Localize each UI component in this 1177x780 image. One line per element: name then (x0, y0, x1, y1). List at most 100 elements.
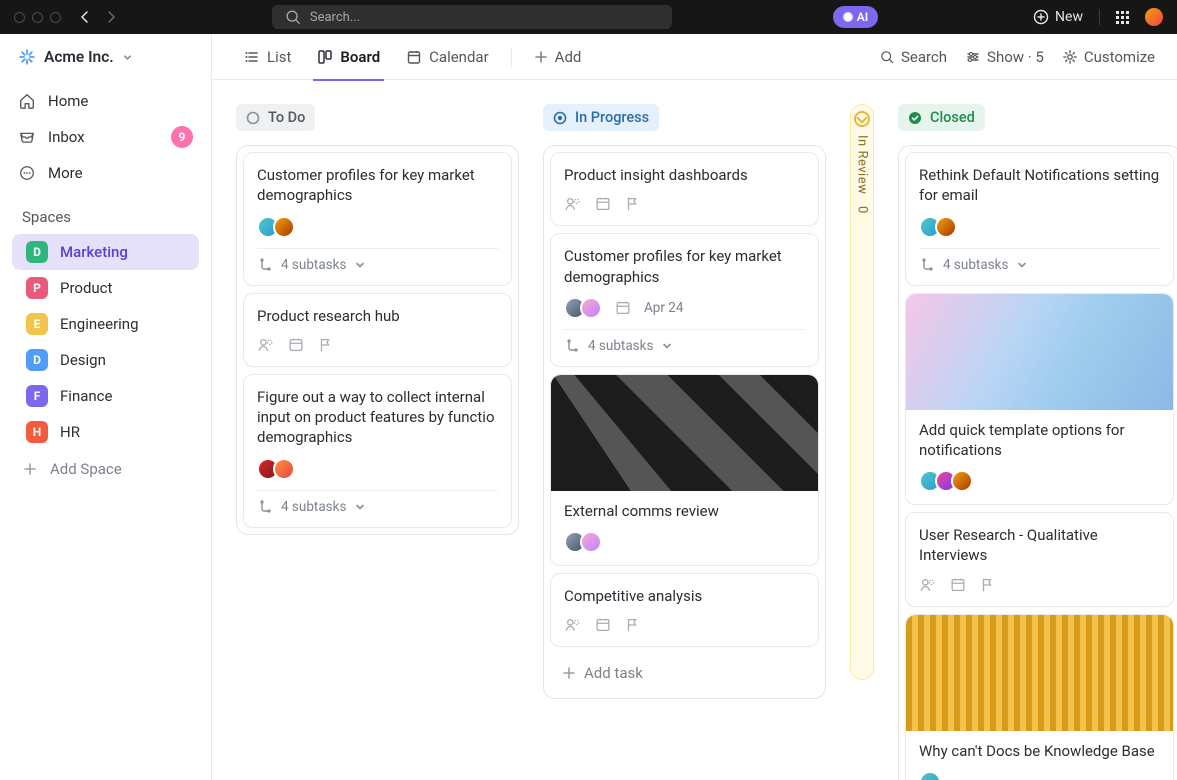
space-item-marketing[interactable]: DMarketing (12, 234, 199, 270)
chevron-down-icon[interactable] (354, 259, 366, 271)
history-nav (79, 11, 117, 23)
subtasks-icon (257, 257, 273, 273)
task-card[interactable]: Customer profiles for key market demogra… (550, 233, 819, 367)
task-card[interactable]: Competitive analysis (550, 573, 819, 647)
avatar (935, 216, 957, 238)
avatar (273, 216, 295, 238)
space-color-icon: F (26, 385, 48, 407)
view-tab-board[interactable]: Board (307, 34, 390, 80)
search-icon (879, 49, 895, 65)
board-icon (317, 49, 333, 65)
sidebar-item-more[interactable]: More (0, 156, 211, 190)
task-card[interactable]: Rethink Default Notifications setting fo… (905, 152, 1174, 286)
space-item-design[interactable]: DDesign (12, 342, 199, 378)
task-card[interactable]: Figure out a way to collect internal inp… (243, 374, 512, 528)
flag-icon[interactable] (624, 616, 642, 634)
new-button[interactable]: New (1033, 9, 1083, 25)
titlebar: Search... AI New (0, 0, 1177, 34)
subtasks-toggle[interactable]: 4 subtasks (564, 329, 805, 354)
space-item-hr[interactable]: HHR (12, 414, 199, 450)
card-title: Competitive analysis (564, 586, 805, 606)
task-card[interactable]: Customer profiles for key market demogra… (243, 152, 512, 286)
spaces-heading: Spaces (0, 190, 211, 234)
column-in-progress: In Progress Product insight dashboardsCu… (543, 104, 826, 699)
space-item-product[interactable]: PProduct (12, 270, 199, 306)
show-filter-button[interactable]: Show · 5 (965, 48, 1044, 66)
flag-icon[interactable] (317, 336, 335, 354)
card-title: Add quick template options for notificat… (919, 420, 1160, 461)
close-window-dot[interactable] (14, 12, 25, 23)
assignee-avatars[interactable] (564, 531, 602, 553)
assignee-avatars[interactable] (257, 458, 295, 480)
back-icon[interactable] (79, 11, 91, 23)
maximize-window-dot[interactable] (50, 12, 61, 23)
task-card[interactable]: Why can't Docs be Knowledge Base (905, 614, 1174, 780)
sidebar-item-label: More (48, 164, 83, 182)
space-label: Finance (60, 387, 112, 405)
column-header-closed[interactable]: Closed (898, 104, 985, 131)
forward-icon[interactable] (105, 11, 117, 23)
add-space-button[interactable]: Add Space (0, 450, 211, 488)
apps-icon[interactable] (1116, 11, 1129, 24)
flag-icon[interactable] (624, 195, 642, 213)
task-card[interactable]: User Research - Qualitative Interviews (905, 512, 1174, 607)
flag-icon[interactable] (979, 576, 997, 594)
subtasks-toggle[interactable]: 4 subtasks (919, 248, 1160, 273)
workspace-switcher[interactable]: Acme Inc. (0, 48, 211, 84)
divider (1099, 9, 1100, 25)
chevron-down-icon[interactable] (661, 340, 673, 352)
view-tab-calendar[interactable]: Calendar (396, 34, 499, 80)
chevron-down-icon[interactable] (1016, 259, 1028, 271)
avatar (580, 297, 602, 319)
assignee-avatars[interactable] (257, 216, 295, 238)
space-color-icon: P (26, 277, 48, 299)
subtasks-icon (919, 257, 935, 273)
column-in-review-collapsed[interactable]: In Review 0 (850, 104, 874, 780)
global-search[interactable]: Search... (272, 5, 672, 29)
assignee-icon[interactable] (564, 195, 582, 213)
search-placeholder: Search... (310, 10, 360, 25)
date-icon[interactable] (614, 299, 632, 317)
card-cover-image (551, 375, 818, 491)
assignee-avatars[interactable] (919, 470, 973, 492)
ai-button[interactable]: AI (833, 6, 878, 28)
inbox-count-badge: 9 (171, 126, 193, 148)
task-card[interactable]: Add quick template options for notificat… (905, 293, 1174, 506)
user-avatar[interactable] (1145, 8, 1163, 26)
space-item-engineering[interactable]: EEngineering (12, 306, 199, 342)
subtasks-toggle[interactable]: 4 subtasks (257, 490, 498, 515)
avatar (273, 458, 295, 480)
sidebar-item-inbox[interactable]: Inbox 9 (0, 118, 211, 156)
card-title: User Research - Qualitative Interviews (919, 525, 1160, 566)
space-item-finance[interactable]: F Finance (12, 378, 199, 414)
chevron-down-icon[interactable] (354, 501, 366, 513)
customize-button[interactable]: Customize (1062, 48, 1155, 66)
add-view-button[interactable]: Add (524, 34, 592, 80)
assignee-icon[interactable] (257, 336, 275, 354)
space-label: HR (60, 423, 80, 441)
date-icon[interactable] (594, 616, 612, 634)
add-task-button[interactable]: Add task (550, 654, 819, 692)
date-icon[interactable] (949, 576, 967, 594)
subtasks-toggle[interactable]: 4 subtasks (257, 248, 498, 273)
assignee-icon[interactable] (564, 616, 582, 634)
gear-icon (1062, 49, 1078, 65)
date-icon[interactable] (287, 336, 305, 354)
task-card[interactable]: Product research hub (243, 293, 512, 367)
assignee-avatars[interactable] (919, 216, 957, 238)
task-card[interactable]: Product insight dashboards (550, 152, 819, 226)
sidebar-item-home[interactable]: Home (0, 84, 211, 118)
assignee-avatars[interactable] (564, 297, 602, 319)
column-header-in-progress[interactable]: In Progress (543, 104, 659, 131)
column-header-todo[interactable]: To Do (236, 104, 315, 131)
minimize-window-dot[interactable] (32, 12, 43, 23)
assignee-icon[interactable] (919, 576, 937, 594)
card-title: External comms review (564, 501, 805, 521)
column-closed: Closed Rethink Default Notifications set… (898, 104, 1177, 780)
board-search-button[interactable]: Search (879, 48, 947, 66)
task-card[interactable]: External comms review (550, 374, 819, 566)
assignee-avatars[interactable] (919, 771, 941, 780)
workspace-logo-icon (18, 48, 36, 66)
view-tab-list[interactable]: List (234, 34, 301, 80)
date-icon[interactable] (594, 195, 612, 213)
